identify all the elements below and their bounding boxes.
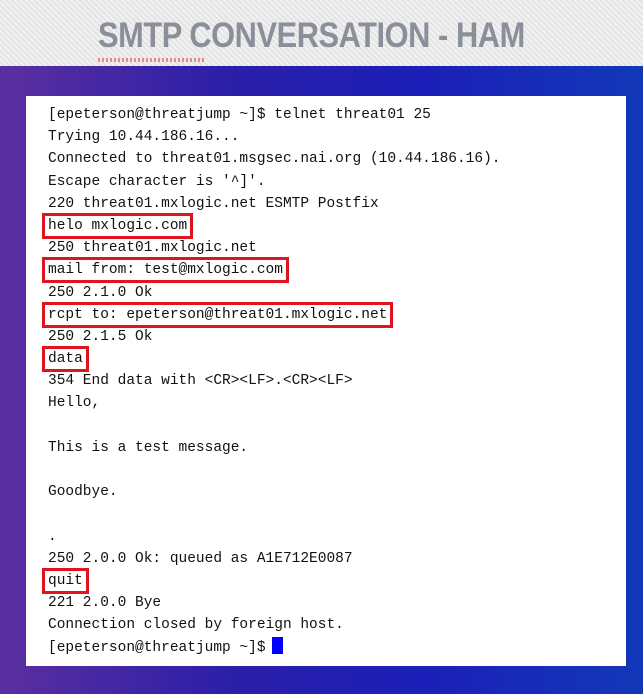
terminal-line: 250 2.1.0 Ok — [48, 282, 626, 304]
terminal-line: quit — [42, 567, 626, 594]
terminal-line: Connection closed by foreign host. — [48, 614, 626, 636]
terminal-line-text: Hello, — [48, 395, 101, 412]
terminal-line-text: Trying 10.44.186.16... — [48, 129, 240, 146]
terminal-line: 354 End data with <CR><LF>.<CR><LF> — [48, 370, 626, 392]
terminal-line: 220 threat01.mxlogic.net ESMTP Postfix — [48, 193, 626, 215]
terminal-line-text: 250 2.0.0 Ok: queued as A1E712E0087 — [48, 550, 353, 567]
terminal-line: rcpt to: epeterson@threat01.mxlogic.net — [41, 301, 626, 328]
terminal-line-text: 354 End data with <CR><LF>.<CR><LF> — [48, 373, 353, 390]
terminal-line-text: . — [48, 528, 57, 545]
terminal-line-text: 220 threat01.mxlogic.net ESMTP Postfix — [48, 195, 379, 212]
terminal-line: 250 2.0.0 Ok: queued as A1E712E0087 — [48, 548, 626, 570]
slide-title: SMTP CONVERSATION - HAM — [98, 16, 525, 55]
highlighted-command: quit — [42, 567, 89, 594]
terminal-line: mail from: test@mxlogic.com — [42, 257, 626, 284]
spellcheck-underline — [98, 58, 205, 62]
terminal-line-text: 250 2.1.5 Ok — [48, 328, 153, 345]
terminal-line: 250 threat01.mxlogic.net — [48, 237, 626, 259]
terminal-line-text: This is a test message. — [48, 439, 249, 456]
terminal-output: [epeterson@threatjump ~]$ telnet threat0… — [41, 104, 626, 659]
highlighted-command: data — [42, 346, 89, 373]
terminal-line: helo mxlogic.com — [41, 212, 626, 239]
terminal-line: 221 2.0.0 Bye — [48, 592, 626, 614]
terminal-line-text: 221 2.0.0 Bye — [48, 595, 162, 612]
terminal-line-text: Escape character is '^]'. — [48, 173, 266, 190]
terminal-line: . — [48, 526, 626, 548]
terminal-line: Trying 10.44.186.16... — [48, 126, 626, 148]
terminal-line: 250 2.1.5 Ok — [48, 326, 626, 348]
terminal-line-text: Connected to threat01.msgsec.nai.org (10… — [48, 151, 501, 168]
terminal-window[interactable]: [epeterson@threatjump ~]$ telnet threat0… — [26, 96, 626, 666]
terminal-line: data — [42, 346, 626, 373]
terminal-line: This is a test message. — [48, 437, 626, 459]
terminal-line-text: [epeterson@threatjump ~]$ telnet threat0… — [48, 107, 431, 123]
terminal-line-text: Goodbye. — [48, 484, 118, 501]
terminal-line-text: Connection closed by foreign host. — [48, 617, 344, 634]
terminal-line-text: 250 2.1.0 Ok — [48, 284, 153, 301]
terminal-line: Escape character is '^]'. — [48, 171, 626, 193]
terminal-cursor — [271, 636, 283, 654]
highlighted-command: mail from: test@mxlogic.com — [42, 257, 289, 284]
highlighted-command: rcpt to: epeterson@threat01.mxlogic.net — [41, 301, 394, 328]
terminal-line-text: [epeterson@threatjump ~]$ — [48, 639, 266, 656]
terminal-line: Hello, — [48, 392, 626, 414]
terminal-line: Goodbye. — [48, 481, 626, 503]
terminal-line: Connected to threat01.msgsec.nai.org (10… — [48, 148, 626, 170]
terminal-line-text: 250 threat01.mxlogic.net — [48, 240, 257, 257]
terminal-line: [epeterson@threatjump ~]$ — [48, 636, 626, 659]
highlighted-command: helo mxlogic.com — [41, 212, 194, 239]
slide-header: SMTP CONVERSATION - HAM — [0, 0, 643, 66]
terminal-line: [epeterson@threatjump ~]$ telnet threat0… — [48, 104, 626, 126]
